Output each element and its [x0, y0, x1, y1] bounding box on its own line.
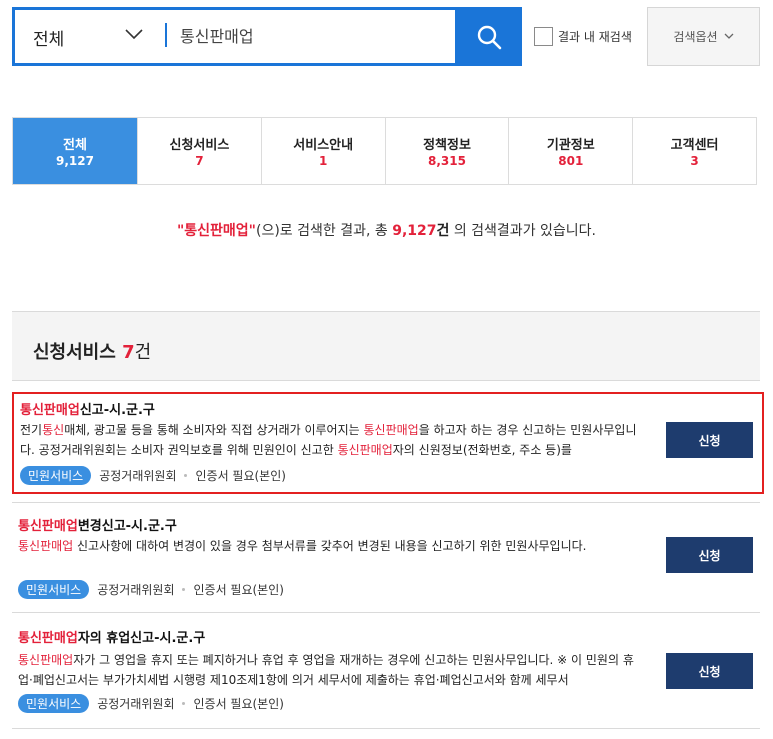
result-item: 통신판매업변경신고-시.군.구 통신판매업 신고사항에 대하여 변경이 있을 경…	[12, 510, 764, 600]
tab-label: 기관정보	[546, 138, 595, 153]
tab-count: 8,315	[428, 154, 466, 168]
tab-all[interactable]: 전체 9,127	[13, 118, 138, 184]
tab-count: 3	[690, 154, 699, 168]
category-tabs: 전체 9,127 신청서비스 7 서비스안내 1 정책정보 8,315 기관정보…	[12, 117, 757, 185]
result-divider	[12, 728, 760, 729]
cert-label: 인증서 필요(본인)	[193, 583, 284, 597]
apply-button[interactable]: 신청	[666, 537, 753, 573]
summary-total: 9,127	[392, 223, 437, 239]
section-header: 신청서비스 7건	[12, 311, 760, 381]
result-description: 통신판매업 신고사항에 대하여 변경이 있을 경우 첨부서류를 갖추어 변경된 …	[18, 536, 644, 556]
desc-keyword: 통신판매업	[337, 443, 393, 457]
tab-policy-info[interactable]: 정책정보 8,315	[385, 118, 510, 184]
separator-dot	[182, 702, 186, 705]
apply-button[interactable]: 신청	[666, 653, 753, 689]
re-search-label: 결과 내 재검색	[558, 30, 632, 44]
desc-keyword: 통신판매업	[363, 423, 419, 437]
title-rest: 신고-시.군.구	[79, 403, 155, 418]
category-badge: 민원서비스	[20, 466, 92, 485]
result-divider	[12, 612, 760, 613]
search-options-button[interactable]: 검색옵션	[647, 7, 760, 66]
desc-keyword: 통신판매업	[18, 539, 74, 553]
cert-label: 인증서 필요(본인)	[193, 697, 284, 711]
result-meta: 민원서비스 공정거래위원회 인증서 필요(본인)	[20, 466, 286, 485]
chevron-down-icon	[724, 33, 734, 39]
tab-agency-info[interactable]: 기관정보 801	[509, 118, 634, 184]
result-title[interactable]: 통신판매업자의 휴업신고-시.군.구	[18, 627, 205, 646]
agency-label: 공정거래위원회	[97, 583, 175, 597]
result-description: 전기통신매체, 광고물 등을 통해 소비자와 직접 상거래가 이루어지는 통신판…	[20, 420, 646, 460]
result-description: 통신판매업자가 그 영업을 휴지 또는 폐지하거나 휴업 후 영업을 재개하는 …	[18, 650, 644, 690]
search-input[interactable]	[180, 20, 460, 50]
desc-text: 전기	[20, 423, 43, 437]
tab-count: 801	[558, 154, 584, 168]
summary-text-end: 의 검색결과가 있습니다.	[449, 223, 596, 239]
result-meta: 민원서비스 공정거래위원회 인증서 필요(본인)	[18, 580, 284, 599]
tab-count: 7	[195, 154, 204, 168]
tab-customer-center[interactable]: 고객센터 3	[633, 118, 756, 184]
tab-count: 1	[319, 154, 328, 168]
result-title[interactable]: 통신판매업신고-시.군.구	[20, 399, 155, 418]
category-badge: 민원서비스	[18, 580, 90, 599]
tab-label: 전체	[63, 138, 87, 153]
title-rest: 변경신고-시.군.구	[77, 519, 177, 534]
result-item: 통신판매업신고-시.군.구 전기통신매체, 광고물 등을 통해 소비자와 직접 …	[12, 392, 764, 494]
desc-text: 매체, 광고물 등을 통해 소비자와 직접 상거래가 이루어지는	[64, 423, 364, 437]
section-unit: 건	[134, 342, 152, 363]
search-options-label: 검색옵션	[673, 30, 718, 44]
chevron-down-icon[interactable]	[125, 27, 143, 41]
separator-dot	[184, 474, 188, 477]
search-divider	[165, 23, 167, 47]
title-rest: 자의 휴업신고-시.군.구	[77, 631, 206, 646]
search-button[interactable]	[455, 7, 522, 66]
desc-keyword: 통신판매업	[18, 653, 74, 667]
title-keyword: 통신판매업	[18, 519, 78, 534]
re-search-checkbox[interactable]	[534, 27, 553, 46]
agency-label: 공정거래위원회	[99, 469, 177, 483]
apply-button[interactable]: 신청	[666, 422, 753, 458]
title-keyword: 통신판매업	[20, 403, 80, 418]
tab-label: 서비스안내	[293, 138, 354, 153]
desc-text: 신고사항에 대하여 변경이 있을 경우 첨부서류를 갖추어 변경된 내용을 신고…	[73, 539, 587, 553]
tab-label: 신청서비스	[169, 138, 230, 153]
summary-text: (으)로 검색한 결과, 총	[255, 223, 393, 239]
separator-dot	[182, 588, 186, 591]
search-box: 전체	[12, 7, 522, 66]
result-meta: 민원서비스 공정거래위원회 인증서 필요(본인)	[18, 694, 284, 713]
tab-service-guide[interactable]: 서비스안내 1	[261, 118, 386, 184]
tab-application-services[interactable]: 신청서비스 7	[138, 118, 262, 184]
agency-label: 공정거래위원회	[97, 697, 175, 711]
category-badge: 민원서비스	[18, 694, 90, 713]
search-icon	[477, 25, 501, 49]
result-title[interactable]: 통신판매업변경신고-시.군.구	[18, 515, 177, 534]
desc-text: 자가 그 영업을 휴지 또는 폐지하거나 휴업 후 영업을 재개하는 경우에 신…	[18, 653, 634, 687]
tab-label: 고객센터	[670, 138, 719, 153]
tab-label: 정책정보	[423, 138, 471, 153]
section-title-label: 신청서비스	[33, 342, 123, 363]
summary-unit: 건	[436, 223, 450, 239]
tab-count: 9,127	[56, 154, 94, 168]
summary-keyword: "통신판매업"	[176, 223, 256, 239]
result-divider	[12, 502, 760, 503]
result-summary: "통신판매업"(으)로 검색한 결과, 총 9,127건 의 검색결과가 있습니…	[0, 220, 773, 240]
search-scope-select[interactable]: 전체	[33, 25, 64, 50]
section-title: 신청서비스 7건	[33, 338, 151, 364]
desc-keyword: 통신	[42, 423, 65, 437]
desc-text: 자의 신원정보(전화번호, 주소 등)를	[392, 443, 572, 457]
section-count: 7	[122, 342, 135, 363]
result-item: 통신판매업자의 휴업신고-시.군.구 통신판매업자가 그 영업을 휴지 또는 폐…	[12, 622, 764, 722]
title-keyword: 통신판매업	[18, 631, 78, 646]
cert-label: 인증서 필요(본인)	[195, 469, 286, 483]
